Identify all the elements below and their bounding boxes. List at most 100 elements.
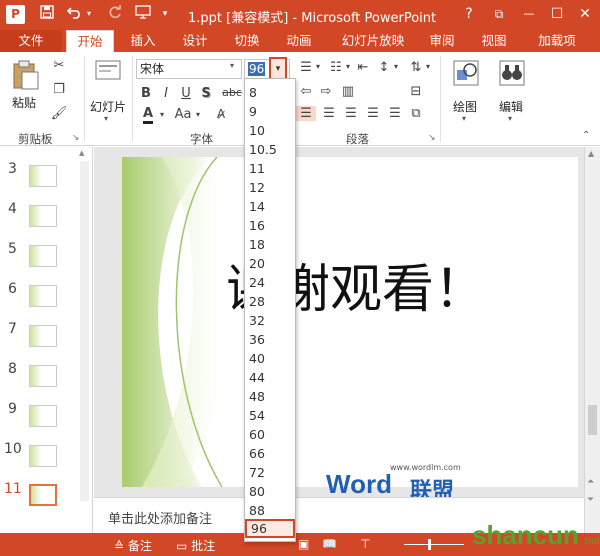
chevron-down-icon[interactable]: ▾	[344, 62, 352, 71]
editing-button[interactable]: 编辑 ▾	[492, 58, 532, 124]
chevron-down-icon[interactable]: ▾	[314, 62, 322, 71]
cut-icon[interactable]: ✂	[50, 58, 68, 73]
columns-icon[interactable]: ▥	[340, 84, 356, 99]
strikethrough-button[interactable]: abc	[220, 86, 244, 99]
align-left-button[interactable]: ☰	[296, 106, 316, 121]
tab-transitions[interactable]: 切换	[224, 30, 270, 52]
slide-thumbnail[interactable]	[29, 165, 57, 187]
font-size-option-selected[interactable]: 96	[245, 519, 295, 538]
tab-file[interactable]: 文件	[0, 30, 62, 52]
next-slide-icon[interactable]: ⏷	[587, 495, 594, 505]
scroll-up-icon[interactable]: ▲	[588, 149, 594, 158]
customize-qat-icon[interactable]: ▾	[160, 5, 170, 23]
slide-thumbnail[interactable]	[29, 445, 57, 467]
format-painter-icon[interactable]: 🖌	[50, 106, 68, 121]
zoom-slider[interactable]	[404, 544, 464, 545]
align-right-button[interactable]: ☰	[342, 106, 360, 121]
chevron-down-icon[interactable]: ▾	[194, 110, 202, 119]
font-size-option[interactable]: 80	[245, 482, 295, 501]
clipboard-launcher-icon[interactable]: ↘	[72, 133, 80, 143]
font-size-option[interactable]: 24	[245, 273, 295, 292]
slide-thumbnail[interactable]	[29, 245, 57, 267]
paste-button[interactable]: 粘贴	[8, 58, 42, 114]
chevron-down-icon[interactable]: ▾	[392, 62, 400, 71]
font-size-option[interactable]: 32	[245, 311, 295, 330]
drawing-button[interactable]: 绘图 ▾	[446, 58, 486, 124]
slide-thumbnail[interactable]	[29, 405, 57, 427]
font-size-option[interactable]: 10	[245, 121, 295, 140]
scroll-thumb[interactable]	[588, 405, 597, 435]
save-icon[interactable]	[38, 5, 56, 23]
undo-icon[interactable]	[66, 5, 84, 23]
redo-icon[interactable]	[106, 5, 124, 23]
zoom-thumb[interactable]	[428, 539, 431, 550]
font-size-option[interactable]: 14	[245, 197, 295, 216]
slide-thumbnail[interactable]	[29, 205, 57, 227]
line-spacing-icon[interactable]: ↕	[376, 60, 392, 75]
tab-slideshow[interactable]: 幻灯片放映	[334, 30, 412, 52]
font-size-option[interactable]: 8	[245, 83, 295, 102]
font-size-option[interactable]: 9	[245, 102, 295, 121]
font-size-option[interactable]: 40	[245, 349, 295, 368]
font-size-option[interactable]: 16	[245, 216, 295, 235]
font-size-option[interactable]: 66	[245, 444, 295, 463]
font-size-option[interactable]: 88	[245, 501, 295, 520]
numbering-icon[interactable]: ☷	[328, 60, 344, 75]
minimize-button[interactable]: —	[518, 4, 540, 24]
text-direction-icon[interactable]: ⇅	[408, 60, 424, 75]
font-name-combo[interactable]: 宋体	[136, 59, 242, 79]
increase-indent-icon[interactable]: ⇨	[318, 84, 334, 99]
slide-thumbnail-selected[interactable]	[29, 484, 57, 506]
decrease-indent-icon[interactable]: ⇤	[356, 60, 370, 75]
decrease-indent-icon[interactable]: ⇦	[298, 84, 314, 99]
powerpoint-app-icon[interactable]: P	[6, 5, 25, 24]
present-from-start-icon[interactable]	[134, 5, 152, 23]
font-size-option[interactable]: 18	[245, 235, 295, 254]
smartart-icon[interactable]: ⧉	[408, 106, 424, 121]
tab-review[interactable]: 审阅	[420, 30, 464, 52]
chevron-down-icon[interactable]: ▾	[424, 62, 432, 71]
font-size-option[interactable]: 10.5	[245, 140, 295, 159]
italic-button[interactable]: I	[158, 86, 174, 101]
justify-button[interactable]: ☰	[364, 106, 382, 121]
normal-view-icon[interactable]: ▣	[298, 537, 309, 551]
font-size-option[interactable]: 48	[245, 387, 295, 406]
font-name-dropdown-icon[interactable]: ▾	[230, 61, 234, 70]
clear-formatting-icon[interactable]: A̷	[210, 107, 232, 121]
slideshow-view-icon[interactable]: ⊤	[360, 537, 370, 551]
change-case-button[interactable]: Aa	[172, 107, 194, 122]
chevron-down-icon[interactable]: ▾	[158, 110, 166, 119]
bold-button[interactable]: B	[138, 86, 154, 101]
bullets-icon[interactable]: ☰	[298, 60, 314, 75]
vertical-scrollbar[interactable]: ▲ ⏶ ⏷	[584, 147, 600, 533]
tab-home[interactable]: 开始	[66, 30, 114, 52]
shadow-button[interactable]: S	[198, 86, 214, 101]
font-color-button[interactable]: A	[138, 106, 158, 124]
font-size-option[interactable]: 28	[245, 292, 295, 311]
tab-addins[interactable]: 加载项	[528, 30, 586, 52]
collapse-ribbon-icon[interactable]: ⌃	[582, 130, 590, 141]
maximize-button[interactable]: ☐	[546, 4, 568, 24]
font-size-option[interactable]: 12	[245, 178, 295, 197]
font-size-option[interactable]: 54	[245, 406, 295, 425]
tab-view[interactable]: 视图	[472, 30, 516, 52]
tab-insert[interactable]: 插入	[120, 30, 166, 52]
notes-toggle-button[interactable]: ≙ 备注	[114, 537, 152, 554]
align-text-icon[interactable]: ⊟	[408, 84, 424, 99]
underline-button[interactable]: U	[178, 86, 194, 101]
font-size-option[interactable]: 60	[245, 425, 295, 444]
current-slide[interactable]: 谢谢观看！	[122, 157, 578, 487]
close-button[interactable]: ✕	[574, 4, 596, 24]
slide-thumbnail[interactable]	[29, 285, 57, 307]
help-button[interactable]: ?	[458, 4, 480, 24]
prev-slide-icon[interactable]: ⏶	[587, 477, 594, 487]
undo-dropdown-icon[interactable]: ▾	[84, 5, 94, 23]
font-size-option[interactable]: 20	[245, 254, 295, 273]
paragraph-launcher-icon[interactable]: ↘	[428, 133, 436, 143]
tab-design[interactable]: 设计	[172, 30, 218, 52]
font-size-option[interactable]: 11	[245, 159, 295, 178]
font-size-option[interactable]: 44	[245, 368, 295, 387]
slides-button[interactable]: 幻灯片 ▾	[88, 58, 128, 123]
align-center-button[interactable]: ☰	[320, 106, 338, 121]
font-size-option[interactable]: 72	[245, 463, 295, 482]
